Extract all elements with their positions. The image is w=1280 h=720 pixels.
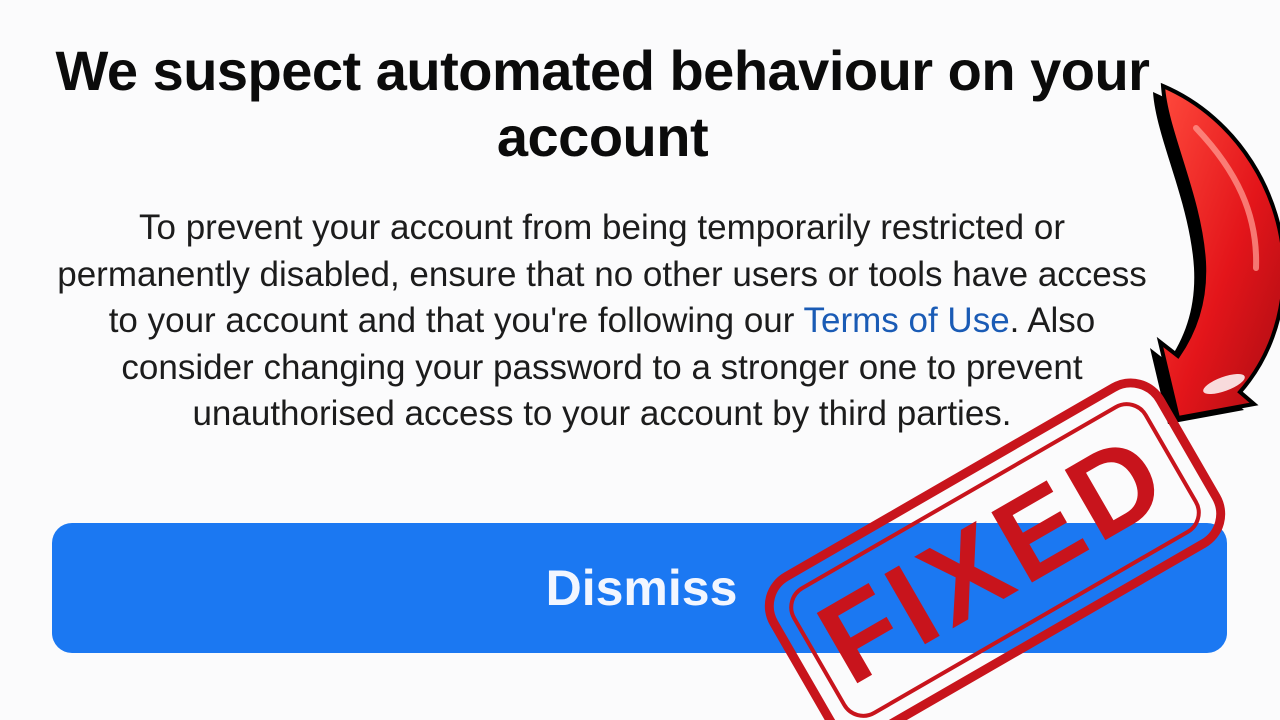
dialog-message: To prevent your account from being tempo… <box>48 205 1156 438</box>
dismiss-button[interactable]: Dismiss <box>52 523 1227 653</box>
terms-of-use-link[interactable]: Terms of Use <box>804 301 1010 340</box>
dialog-screen: We suspect automated behaviour on your a… <box>0 0 1280 720</box>
dismiss-button-label: Dismiss <box>545 560 738 616</box>
dialog-title: We suspect automated behaviour on your a… <box>55 39 1150 168</box>
